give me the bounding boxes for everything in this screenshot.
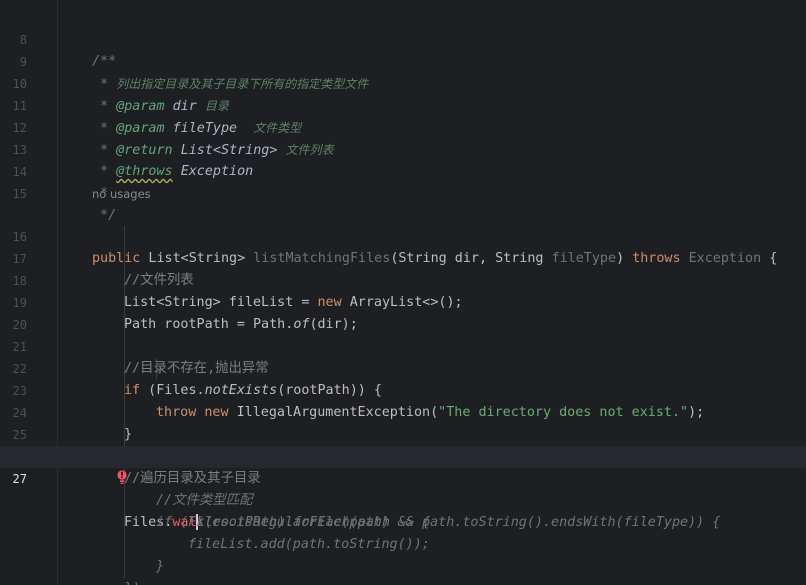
code-line: 10 * @param dir 目录 [0,51,806,114]
code-token: }); [124,581,148,585]
code-line: fileList.add(path.toString()); [0,512,806,552]
code-line: } [0,534,806,574]
line-number: 15 [12,187,27,201]
code-line: 17 //文件列表 [0,226,806,288]
code-line: 24 } [0,380,806,442]
code-line: //文件类型匹配 [0,468,806,508]
code-line: 19 Path rootPath = Path.of(dir); [0,270,806,332]
code-line: 12 * @return List<String> 文件列表 [0,95,806,158]
code-line: 14 * [0,139,806,201]
code-line: }); [0,556,806,585]
statement: }); [124,578,148,585]
code-line: 9 * 列出指定目录及其子目录下所有的指定类型文件 [0,29,806,92]
code-line: 23 throw new IllegalArgumentException("T… [0,358,806,420]
code-line: 22 if (Files.notExists(rootPath)) { [0,336,806,398]
code-line: 26 //遍历目录及其子目录 [0,424,806,486]
code-line: 25 [0,402,806,442]
code-line: 18 List<String> fileList = new ArrayList… [0,248,806,310]
code-line: 21 //目录不存在,抛出异常 [0,314,806,376]
code-editor[interactable]: 8 /** 9 * 列出指定目录及其子目录下所有的指定类型文件 10 * @pa… [0,0,806,585]
code-line: 13 * @throws Exception [0,117,806,179]
code-line: if (Files.isRegularFile(path) && path.to… [0,490,806,530]
code-line: 15 */ [0,161,806,223]
code-line: 16 public List<String> listMatchingFiles… [0,204,806,266]
code-line: 8 /** [0,7,806,69]
usages-inlay-hint[interactable]: no usages [92,183,151,205]
current-code-line[interactable]: 27 Files.walk(rootPath).forEach(path -> … [0,446,806,530]
code-line: 11 * @param fileType 文件类型 [0,73,806,136]
error-bulb-icon[interactable] [67,446,127,484]
code-line: 20 [0,292,806,332]
